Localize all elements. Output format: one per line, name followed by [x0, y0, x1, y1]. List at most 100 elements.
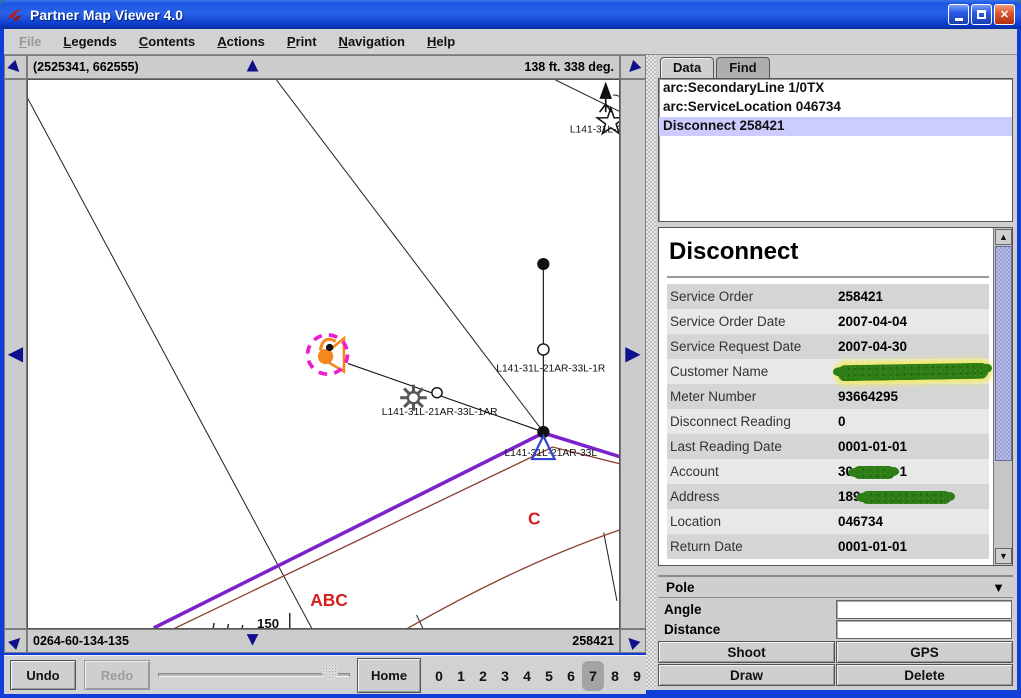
detail-row: Disconnect Reading 0 — [667, 409, 989, 434]
result-list-item[interactable]: arc:SecondaryLine 1/0TX — [659, 79, 1012, 98]
page-number-button[interactable]: 7 — [582, 661, 604, 691]
map-drawing: L141-31L-21AR-33L-1RL141-31L-21AR-33L-1A… — [28, 80, 619, 628]
page-number-bar: 0123456789 — [428, 656, 648, 695]
page-number-button[interactable]: 4 — [516, 661, 538, 691]
service-order-readout: 258421 — [572, 634, 614, 648]
meter-point-open[interactable] — [538, 344, 549, 355]
feature-result-list: arc:SecondaryLine 1/0TXarc:ServiceLocati… — [658, 78, 1013, 222]
draw-button[interactable]: Draw — [658, 664, 835, 686]
tab[interactable]: Find — [716, 57, 769, 78]
redaction-scribble — [838, 362, 988, 381]
page-number-button[interactable]: 3 — [494, 661, 516, 691]
undo-button[interactable]: Undo — [10, 660, 76, 690]
pan-left-button[interactable]: ◀ — [4, 79, 27, 629]
disconnect-selected-symbol[interactable] — [308, 335, 348, 374]
pan-up-left-button[interactable]: ▶ — [4, 55, 27, 79]
menu-item[interactable]: Navigation — [330, 31, 414, 52]
menu-item[interactable]: File — [10, 31, 50, 52]
page-number-button[interactable]: 2 — [472, 661, 494, 691]
menu-item[interactable]: Legends — [54, 31, 125, 52]
map-label: C — [528, 509, 541, 529]
pan-down-button[interactable]: ▼ — [243, 629, 263, 649]
panel-splitter[interactable] — [646, 55, 656, 690]
map-grid-reference: 0264-60-134-135 — [33, 634, 129, 648]
page-number-button[interactable]: 0 — [428, 661, 450, 691]
detail-row-label: Location — [670, 514, 838, 529]
titlebar[interactable]: Partner Map Viewer 4.0 ✕ — [0, 0, 1021, 29]
side-tabs: DataFind — [660, 57, 770, 78]
page-number-button[interactable]: 6 — [560, 661, 582, 691]
detail-row: Customer Name — [667, 359, 989, 384]
delete-button[interactable]: Delete — [836, 664, 1013, 686]
detail-row: Service Order Date 2007-04-04 — [667, 309, 989, 334]
divider — [667, 276, 989, 278]
distance-label: Distance — [658, 622, 836, 637]
detail-pane: Disconnect Service Order 258421 Service … — [658, 227, 1013, 566]
minimize-button[interactable] — [948, 4, 969, 25]
detail-title: Disconnect — [669, 238, 989, 266]
detail-scrollbar[interactable]: ▲ ▼ — [993, 228, 1012, 565]
close-button[interactable]: ✕ — [994, 4, 1015, 25]
detail-row-label: Service Order Date — [670, 314, 838, 329]
distance-input[interactable] — [836, 620, 1012, 639]
bottom-toolbar: Undo Redo Home 0123456789 — [4, 655, 646, 694]
left-arrow-icon: ◀ — [8, 344, 23, 364]
zoom-slider[interactable] — [158, 656, 350, 695]
chevron-down-icon: ▼ — [992, 580, 1005, 595]
result-list-item[interactable]: Disconnect 258421 — [659, 117, 1012, 136]
app-logo-icon — [6, 7, 24, 23]
scroll-thumb[interactable] — [995, 246, 1012, 461]
detail-row-label: Disconnect Reading — [670, 414, 838, 429]
pole-symbol[interactable] — [400, 385, 427, 411]
detail-row: Service Order 258421 — [667, 284, 989, 309]
road-edge-lines — [169, 447, 619, 628]
pan-down-right-button[interactable]: ◀ — [620, 629, 646, 653]
tab[interactable]: Data — [660, 57, 714, 78]
page-number-button[interactable]: 8 — [604, 661, 626, 691]
feature-type-dropdown[interactable]: Pole ▼ — [658, 575, 1013, 598]
detail-row-value: 046734 — [838, 514, 883, 529]
data-side-panel: DataFind arc:SecondaryLine 1/0TXarc:Serv… — [656, 55, 1017, 690]
detail-row-value: 30-1 — [838, 464, 907, 479]
redo-button[interactable]: Redo — [84, 660, 150, 690]
pan-right-button[interactable]: ▶ — [620, 79, 646, 629]
page-number-button[interactable]: 1 — [450, 661, 472, 691]
service-point-open[interactable] — [432, 388, 442, 398]
riser-arrow-symbol[interactable] — [600, 84, 612, 112]
result-list-item[interactable]: arc:ServiceLocation 046734 — [659, 98, 1012, 117]
detail-row-value: 189 — [838, 489, 951, 504]
maximize-button[interactable] — [971, 4, 992, 25]
map-bottom-bar: 0264-60-134-135 ▼ 258421 — [27, 629, 620, 653]
node-dot-top[interactable] — [537, 258, 549, 270]
diagonal-arrow-icon: ◀ — [624, 58, 643, 77]
detail-row-value: 258421 — [838, 289, 883, 304]
scroll-down-button[interactable]: ▼ — [995, 548, 1012, 564]
detail-row-value: 0001-01-01 — [838, 439, 907, 454]
gps-button[interactable]: GPS — [836, 641, 1013, 663]
pan-up-right-button[interactable]: ◀ — [620, 55, 646, 79]
menu-item[interactable]: Contents — [130, 31, 204, 52]
home-button[interactable]: Home — [357, 658, 421, 693]
page-number-button[interactable]: 9 — [626, 661, 648, 691]
app-window: Partner Map Viewer 4.0 ✕ FileLegendsCont… — [0, 0, 1021, 698]
cursor-coordinates: (2525341, 662555) — [33, 60, 139, 74]
primary-conductor-line[interactable] — [154, 433, 619, 628]
slider-thumb[interactable] — [322, 664, 338, 683]
detail-row-label: Return Date — [670, 539, 838, 554]
scroll-up-button[interactable]: ▲ — [995, 229, 1012, 245]
page-number-button[interactable]: 5 — [538, 661, 560, 691]
menu-item[interactable]: Actions — [208, 31, 274, 52]
menu-item[interactable]: Help — [418, 31, 464, 52]
map-canvas[interactable]: L141-31L-21AR-33L-1RL141-31L-21AR-33L-1A… — [27, 79, 620, 629]
diagonal-arrow-icon: ◀ — [624, 632, 643, 651]
detail-row-value: 93664295 — [838, 389, 898, 404]
pan-up-button[interactable]: ▲ — [243, 55, 263, 75]
shoot-button[interactable]: Shoot — [658, 641, 835, 663]
pan-down-left-button[interactable]: ▶ — [4, 629, 27, 653]
diagonal-arrow-icon: ▶ — [6, 632, 25, 651]
menu-item[interactable]: Print — [278, 31, 326, 52]
angle-input[interactable] — [836, 600, 1012, 619]
map-feature-labels: L141-31L-21AR-33L-1RL141-31L-21AR-33L-1A… — [257, 124, 619, 628]
detail-row-value: 2007-04-30 — [838, 339, 907, 354]
redaction-scribble — [861, 491, 951, 504]
